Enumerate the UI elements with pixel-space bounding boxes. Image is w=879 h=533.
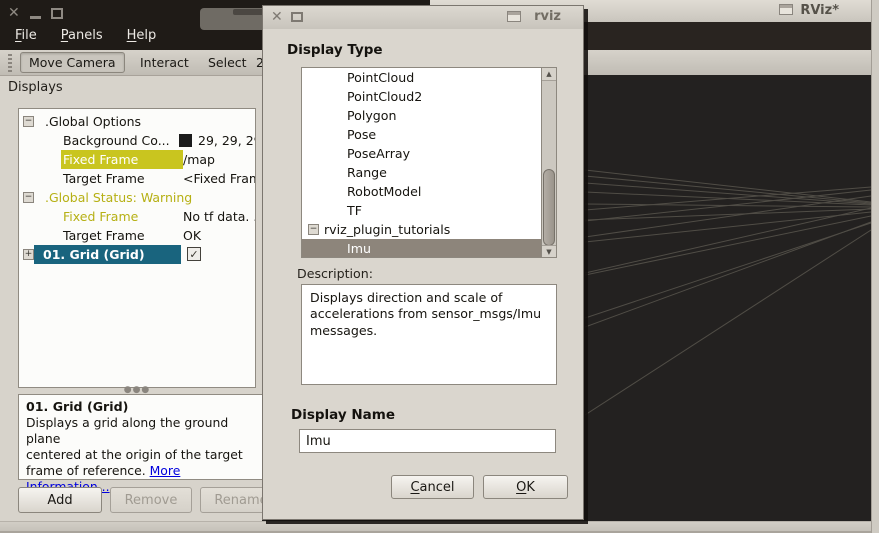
collapse-icon[interactable]: − — [308, 224, 319, 235]
display-type-item-pointcloud2[interactable]: PointCloud2 — [302, 87, 556, 106]
expand-icon[interactable]: + — [23, 249, 34, 260]
toolbar-grip-handle[interactable] — [8, 54, 12, 72]
maximize-icon[interactable] — [51, 8, 63, 19]
description-label: Description: — [297, 266, 373, 281]
display-type-item-imu[interactable]: Imu — [302, 239, 556, 258]
main-window-title: RViz* — [800, 3, 839, 18]
tree-row-fixed-frame[interactable]: Fixed Frame/map — [19, 150, 255, 169]
display-type-item-robotmodel[interactable]: RobotModel — [302, 182, 556, 201]
tree-row-01-grid-grid[interactable]: +01. Grid (Grid) ✓ — [19, 245, 255, 264]
display-type-item-pointcloud[interactable]: PointCloud — [302, 68, 556, 87]
minimize-icon[interactable] — [30, 16, 41, 19]
display-type-item-label: rviz_plugin_tutorials — [324, 220, 450, 239]
tree-row-background-co[interactable]: Background Co... 29, 29, 29 — [19, 131, 255, 150]
tree-cell-name: Target Frame — [63, 226, 145, 245]
display-type-item-range[interactable]: Range — [302, 163, 556, 182]
tree-cell-name: Fixed Frame — [63, 150, 138, 169]
add-button[interactable]: Add — [18, 487, 102, 513]
tree-cell-value[interactable]: OK — [183, 226, 201, 245]
tree-cell-value[interactable]: /map — [183, 150, 215, 169]
tree-row-global-status-warning[interactable]: −.Global Status: Warning — [19, 188, 255, 207]
window-bottom-border — [0, 521, 879, 533]
tree-cell-name: Background Co... — [63, 131, 170, 150]
panel-splitter-handle[interactable]: ●●● — [18, 387, 256, 394]
tree-cell-value[interactable]: <Fixed Fram. — [183, 169, 256, 188]
enabled-checkbox[interactable]: ✓ — [187, 247, 201, 261]
display-type-item-label: Polygon — [347, 106, 396, 125]
display-name-label: Display Name — [291, 407, 395, 423]
close-icon[interactable]: ✕ — [8, 6, 20, 20]
tree-cell-value[interactable]: No tf data. .. — [183, 207, 256, 226]
menu-item-help[interactable]: Help — [127, 28, 157, 43]
description-text: Displays direction and scale of accelera… — [301, 284, 557, 385]
menu-bar: File Panels Help — [15, 28, 156, 43]
dialog-maximize-icon[interactable] — [291, 12, 303, 22]
tree-cell-name: .Global Options — [45, 112, 141, 131]
toolbar-button-interact[interactable]: Interact — [132, 52, 197, 73]
dialog-titlebar[interactable]: ✕ rviz — [263, 6, 583, 29]
dialog-close-icon[interactable]: ✕ — [271, 9, 283, 25]
menu-item-panels[interactable]: Panels — [61, 28, 103, 43]
display-type-item-tf[interactable]: TF — [302, 201, 556, 220]
remove-button: Remove — [110, 487, 192, 513]
scroll-down-icon[interactable]: ▼ — [542, 245, 556, 257]
display-type-item-rviz_plugin_tutorials[interactable]: −rviz_plugin_tutorials — [302, 220, 556, 239]
display-type-item-pose[interactable]: Pose — [302, 125, 556, 144]
display-name-input[interactable]: Imu — [299, 429, 556, 453]
display-type-item-label: Range — [347, 163, 387, 182]
display-type-item-label: Imu — [347, 239, 371, 258]
scrollbar-thumb[interactable] — [543, 169, 555, 246]
tree-cell-name: Target Frame — [63, 169, 145, 188]
display-type-item-posearray[interactable]: PoseArray — [302, 144, 556, 163]
tree-cell-value[interactable]: 29, 29, 29 — [198, 131, 256, 150]
menu-item-file[interactable]: File — [15, 28, 37, 43]
tree-cell-name: 01. Grid (Grid) — [43, 245, 145, 264]
display-type-list: PointCloudPointCloud2PolygonPosePoseArra… — [301, 67, 557, 258]
tree-cell-name: Fixed Frame — [63, 207, 138, 226]
tree-row-target-frame[interactable]: Target Frame <Fixed Fram. — [19, 169, 255, 188]
window-right-border — [871, 0, 879, 533]
ground-grid — [585, 75, 871, 521]
collapse-icon[interactable]: − — [23, 192, 34, 203]
selection-description: 01. Grid (Grid) Displays a grid along th… — [18, 394, 268, 480]
window-icon — [779, 4, 793, 15]
display-type-item-label: PointCloud2 — [347, 87, 422, 106]
toolbar-button-select[interactable]: Select — [200, 52, 255, 73]
ok-button[interactable]: OK — [483, 475, 568, 499]
scroll-up-icon[interactable]: ▲ — [542, 68, 556, 81]
tree-cell-name: .Global Status: Warning — [45, 188, 192, 207]
dialog-title: rviz — [534, 9, 561, 24]
selection-title: 01. Grid (Grid) — [26, 399, 128, 414]
selection-text: Displays a grid along the ground plane c… — [26, 415, 243, 478]
color-swatch[interactable] — [179, 134, 192, 147]
display-type-label: Display Type — [287, 42, 383, 58]
display-type-item-label: PointCloud — [347, 68, 414, 87]
cancel-button[interactable]: Cancel — [391, 475, 474, 499]
display-type-item-label: PoseArray — [347, 144, 410, 163]
add-display-dialog: ✕ rviz Display Type PointCloudPointCloud… — [262, 5, 584, 520]
dialog-window-icon — [507, 11, 521, 22]
displays-panel-title: Displays — [8, 80, 63, 95]
displays-tree: −.Global OptionsBackground Co...29, 29, … — [18, 108, 256, 388]
display-type-item-label: Pose — [347, 125, 376, 144]
list-scrollbar[interactable]: ▲ ▼ — [541, 68, 556, 257]
collapse-icon[interactable]: − — [23, 116, 34, 127]
display-type-item-label: TF — [347, 201, 362, 220]
toolbar-button-move-camera[interactable]: Move Camera — [20, 52, 125, 73]
tree-row-target-frame[interactable]: Target Frame OK — [19, 226, 255, 245]
display-type-item-label: RobotModel — [347, 182, 421, 201]
tree-row-fixed-frame[interactable]: Fixed Frame No tf data. .. — [19, 207, 255, 226]
display-type-item-polygon[interactable]: Polygon — [302, 106, 556, 125]
tree-row-global-options[interactable]: −.Global Options — [19, 112, 255, 131]
